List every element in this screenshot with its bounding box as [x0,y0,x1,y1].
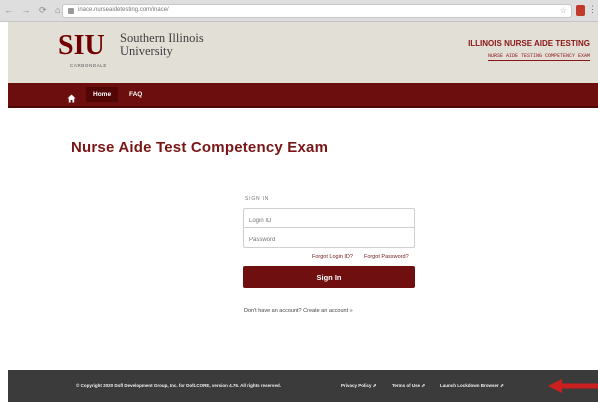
logo-university-name: Southern Illinois University [120,31,204,58]
browser-menu-icon[interactable]: ⋮ [588,4,597,15]
logo-siu-mark: SIU [58,30,105,61]
signin-label: SIGN IN [245,196,270,202]
forgot-password-link[interactable]: Forgot Password? [364,254,409,260]
footer-copyright: © Copyright 2020 Dofl Development Group,… [76,383,281,388]
bookmark-star-icon[interactable]: ☆ [560,6,567,15]
password-input[interactable] [244,230,414,250]
password-field[interactable] [243,228,415,250]
forgot-login-link[interactable]: Forgot Login ID? [312,254,353,260]
address-bar-url: inace.nurseaidetesting.com/inace/ [78,7,169,13]
brand-title: ILLINOIS NURSE AIDE TESTING [468,39,590,48]
login-id-field[interactable] [243,208,415,230]
brand-subtitle: NURSE AIDE TESTING COMPETENCY EXAM [487,53,590,61]
annotation-arrow-icon [548,379,598,393]
site-footer: © Copyright 2020 Dofl Development Group,… [8,370,598,402]
logo-carbondale: CARBONDALE [70,63,108,68]
site-header: SIU Southern Illinois University CARBOND… [8,22,598,83]
page-title: Nurse Aide Test Competency Exam [71,139,329,156]
nav-item-home[interactable]: Home [86,87,119,102]
create-account-link[interactable]: Don't have an account? Create an account… [244,308,353,314]
main-nav: Home FAQ [8,83,598,108]
lock-icon [68,8,74,14]
address-bar[interactable]: inace.nurseaidetesting.com/inace/ ☆ [62,4,572,18]
browser-nav-buttons[interactable]: ← → ⟳ ⌂ [4,5,63,16]
sign-in-button[interactable]: Sign In [243,266,415,288]
home-icon[interactable] [67,90,76,108]
terms-of-use-link[interactable]: Terms of Use ⇗ [392,383,425,389]
extension-icon[interactable] [576,5,585,16]
privacy-policy-link[interactable]: Privacy Policy ⇗ [341,383,377,389]
nav-item-faq[interactable]: FAQ [129,87,142,102]
browser-toolbar: ← → ⟳ ⌂ inace.nurseaidetesting.com/inace… [0,0,598,22]
launch-lockdown-browser-link[interactable]: Launch Lockdown Browser ⇗ [440,383,504,389]
